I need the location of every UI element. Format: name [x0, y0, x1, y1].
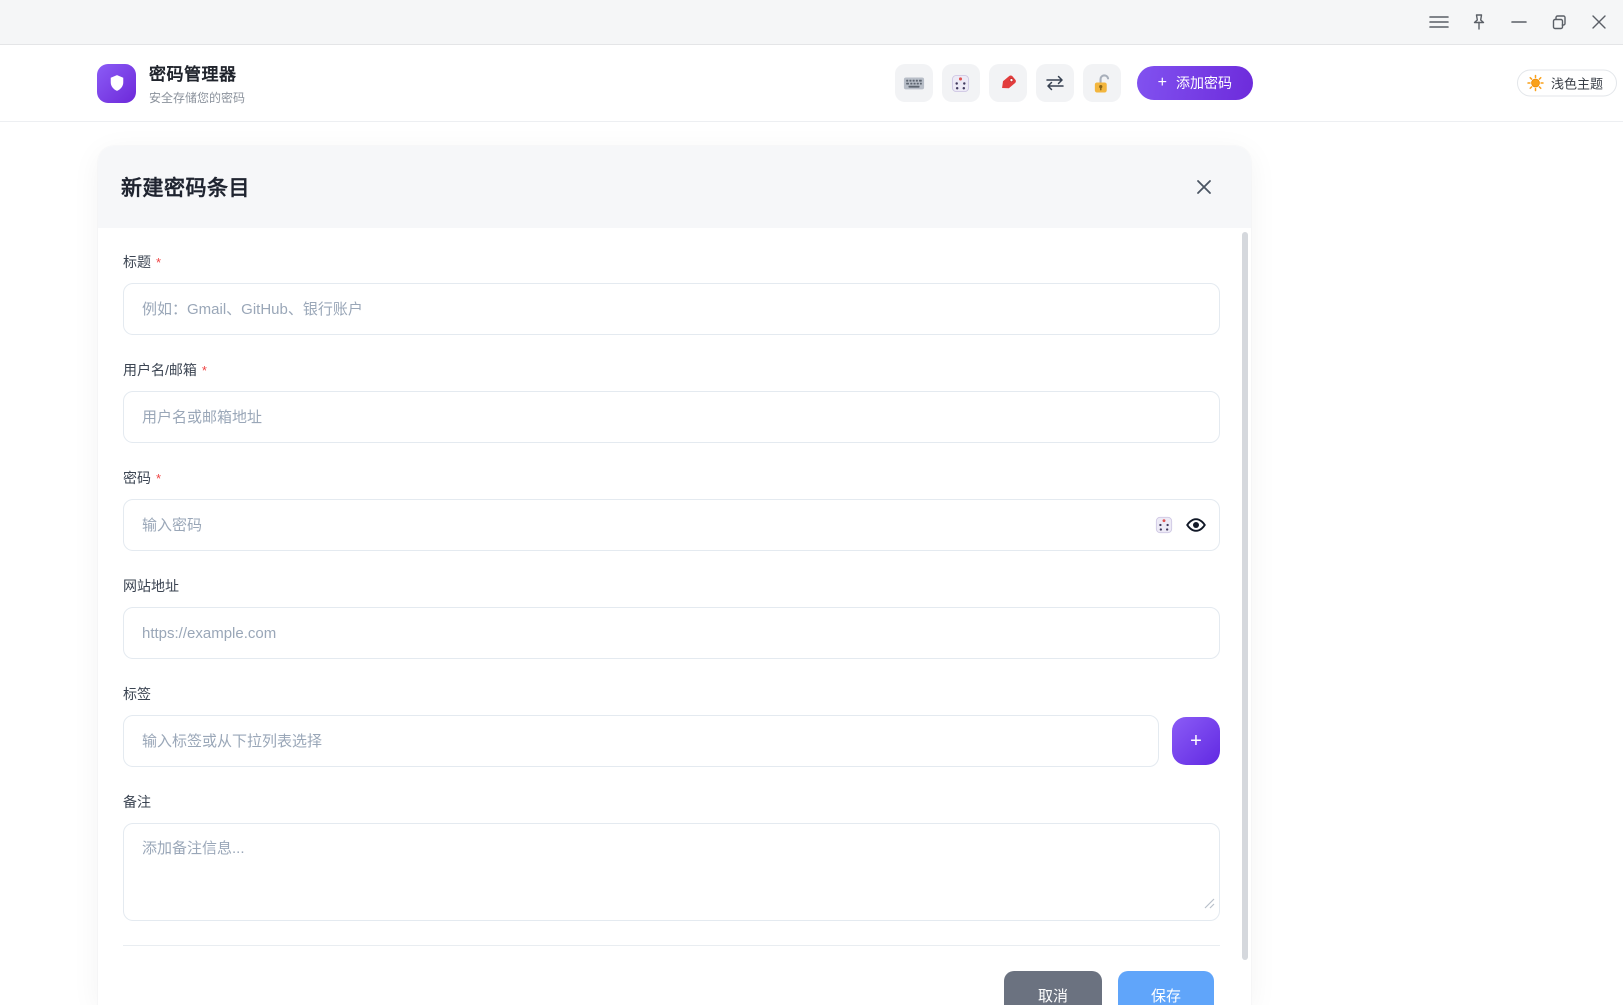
- modal-scrollbar[interactable]: [1242, 232, 1248, 960]
- password-input[interactable]: [123, 499, 1220, 551]
- window-titlebar: [0, 0, 1623, 45]
- field-label: 标签: [123, 684, 1220, 704]
- tags-input[interactable]: [123, 715, 1159, 767]
- dice-icon[interactable]: [1152, 513, 1176, 537]
- field-tags: 标签 +: [123, 684, 1220, 767]
- theme-toggle-button[interactable]: 浅色主题: [1516, 69, 1617, 97]
- field-label: 密码 *: [123, 468, 1220, 488]
- title-input[interactable]: [123, 283, 1220, 335]
- required-mark: *: [156, 255, 162, 270]
- field-title: 标题 *: [123, 252, 1220, 335]
- field-username: 用户名/邮箱 *: [123, 360, 1220, 443]
- modal-header: 新建密码条目: [98, 146, 1251, 228]
- swap-arrows-icon[interactable]: [1035, 64, 1074, 102]
- required-mark: *: [156, 471, 162, 486]
- notes-textarea[interactable]: [123, 823, 1220, 921]
- sun-icon: [1527, 74, 1544, 92]
- field-label-text: 备注: [123, 794, 151, 810]
- tags-row: +: [123, 715, 1220, 767]
- field-label-text: 密码: [123, 470, 151, 486]
- theme-toggle-label: 浅色主题: [1550, 76, 1603, 92]
- dice-icon[interactable]: [941, 64, 980, 102]
- save-button[interactable]: 保存: [1118, 971, 1214, 1005]
- keyboard-icon[interactable]: [894, 64, 933, 102]
- field-password: 密码 *: [123, 468, 1220, 551]
- app-titles: 密码管理器 安全存储您的密码: [149, 60, 245, 106]
- modal-title: 新建密码条目: [121, 177, 250, 200]
- required-mark: *: [201, 363, 207, 378]
- password-input-wrapper: [123, 499, 1220, 551]
- add-tag-button[interactable]: +: [1172, 717, 1220, 765]
- field-label: 备注: [123, 792, 1220, 812]
- new-password-modal: 新建密码条目 标题 * 用户名/邮箱 * 密码 *: [98, 146, 1251, 1005]
- menu-icon[interactable]: [1419, 5, 1459, 39]
- field-label: 用户名/邮箱 *: [123, 360, 1220, 380]
- field-label: 网站地址: [123, 576, 1220, 596]
- app-title: 密码管理器: [149, 65, 237, 84]
- maximize-icon[interactable]: [1539, 5, 1579, 39]
- username-input[interactable]: [123, 391, 1220, 443]
- eye-icon[interactable]: [1184, 513, 1208, 537]
- field-website: 网站地址: [123, 576, 1220, 659]
- field-label-text: 网站地址: [123, 578, 179, 594]
- modal-body: 标题 * 用户名/邮箱 * 密码 *: [98, 228, 1251, 1005]
- add-password-label: 添加密码: [1176, 75, 1232, 91]
- shield-icon: [97, 63, 136, 103]
- modal-footer: 取消 保存: [123, 946, 1220, 1005]
- field-label-text: 标签: [123, 686, 151, 702]
- app-header: 密码管理器 安全存储您的密码 + 添加密码 浅色主题: [0, 45, 1623, 122]
- plus-icon: +: [1157, 74, 1167, 91]
- unlock-icon[interactable]: [1082, 64, 1121, 102]
- tag-icon[interactable]: [988, 64, 1027, 102]
- app-subtitle: 安全存储您的密码: [149, 91, 246, 105]
- pin-icon[interactable]: [1459, 5, 1499, 39]
- notes-wrapper: [123, 823, 1220, 921]
- close-icon[interactable]: [1579, 5, 1619, 39]
- minimize-icon[interactable]: [1499, 5, 1539, 39]
- add-password-button[interactable]: + 添加密码: [1136, 66, 1253, 100]
- header-actions: + 添加密码: [894, 64, 1253, 102]
- website-input[interactable]: [123, 607, 1220, 659]
- field-notes: 备注: [123, 792, 1220, 921]
- field-label: 标题 *: [123, 252, 1220, 272]
- close-icon[interactable]: [1191, 174, 1217, 200]
- cancel-button[interactable]: 取消: [1004, 971, 1102, 1005]
- field-label-text: 标题: [123, 254, 151, 270]
- field-label-text: 用户名/邮箱: [123, 362, 197, 378]
